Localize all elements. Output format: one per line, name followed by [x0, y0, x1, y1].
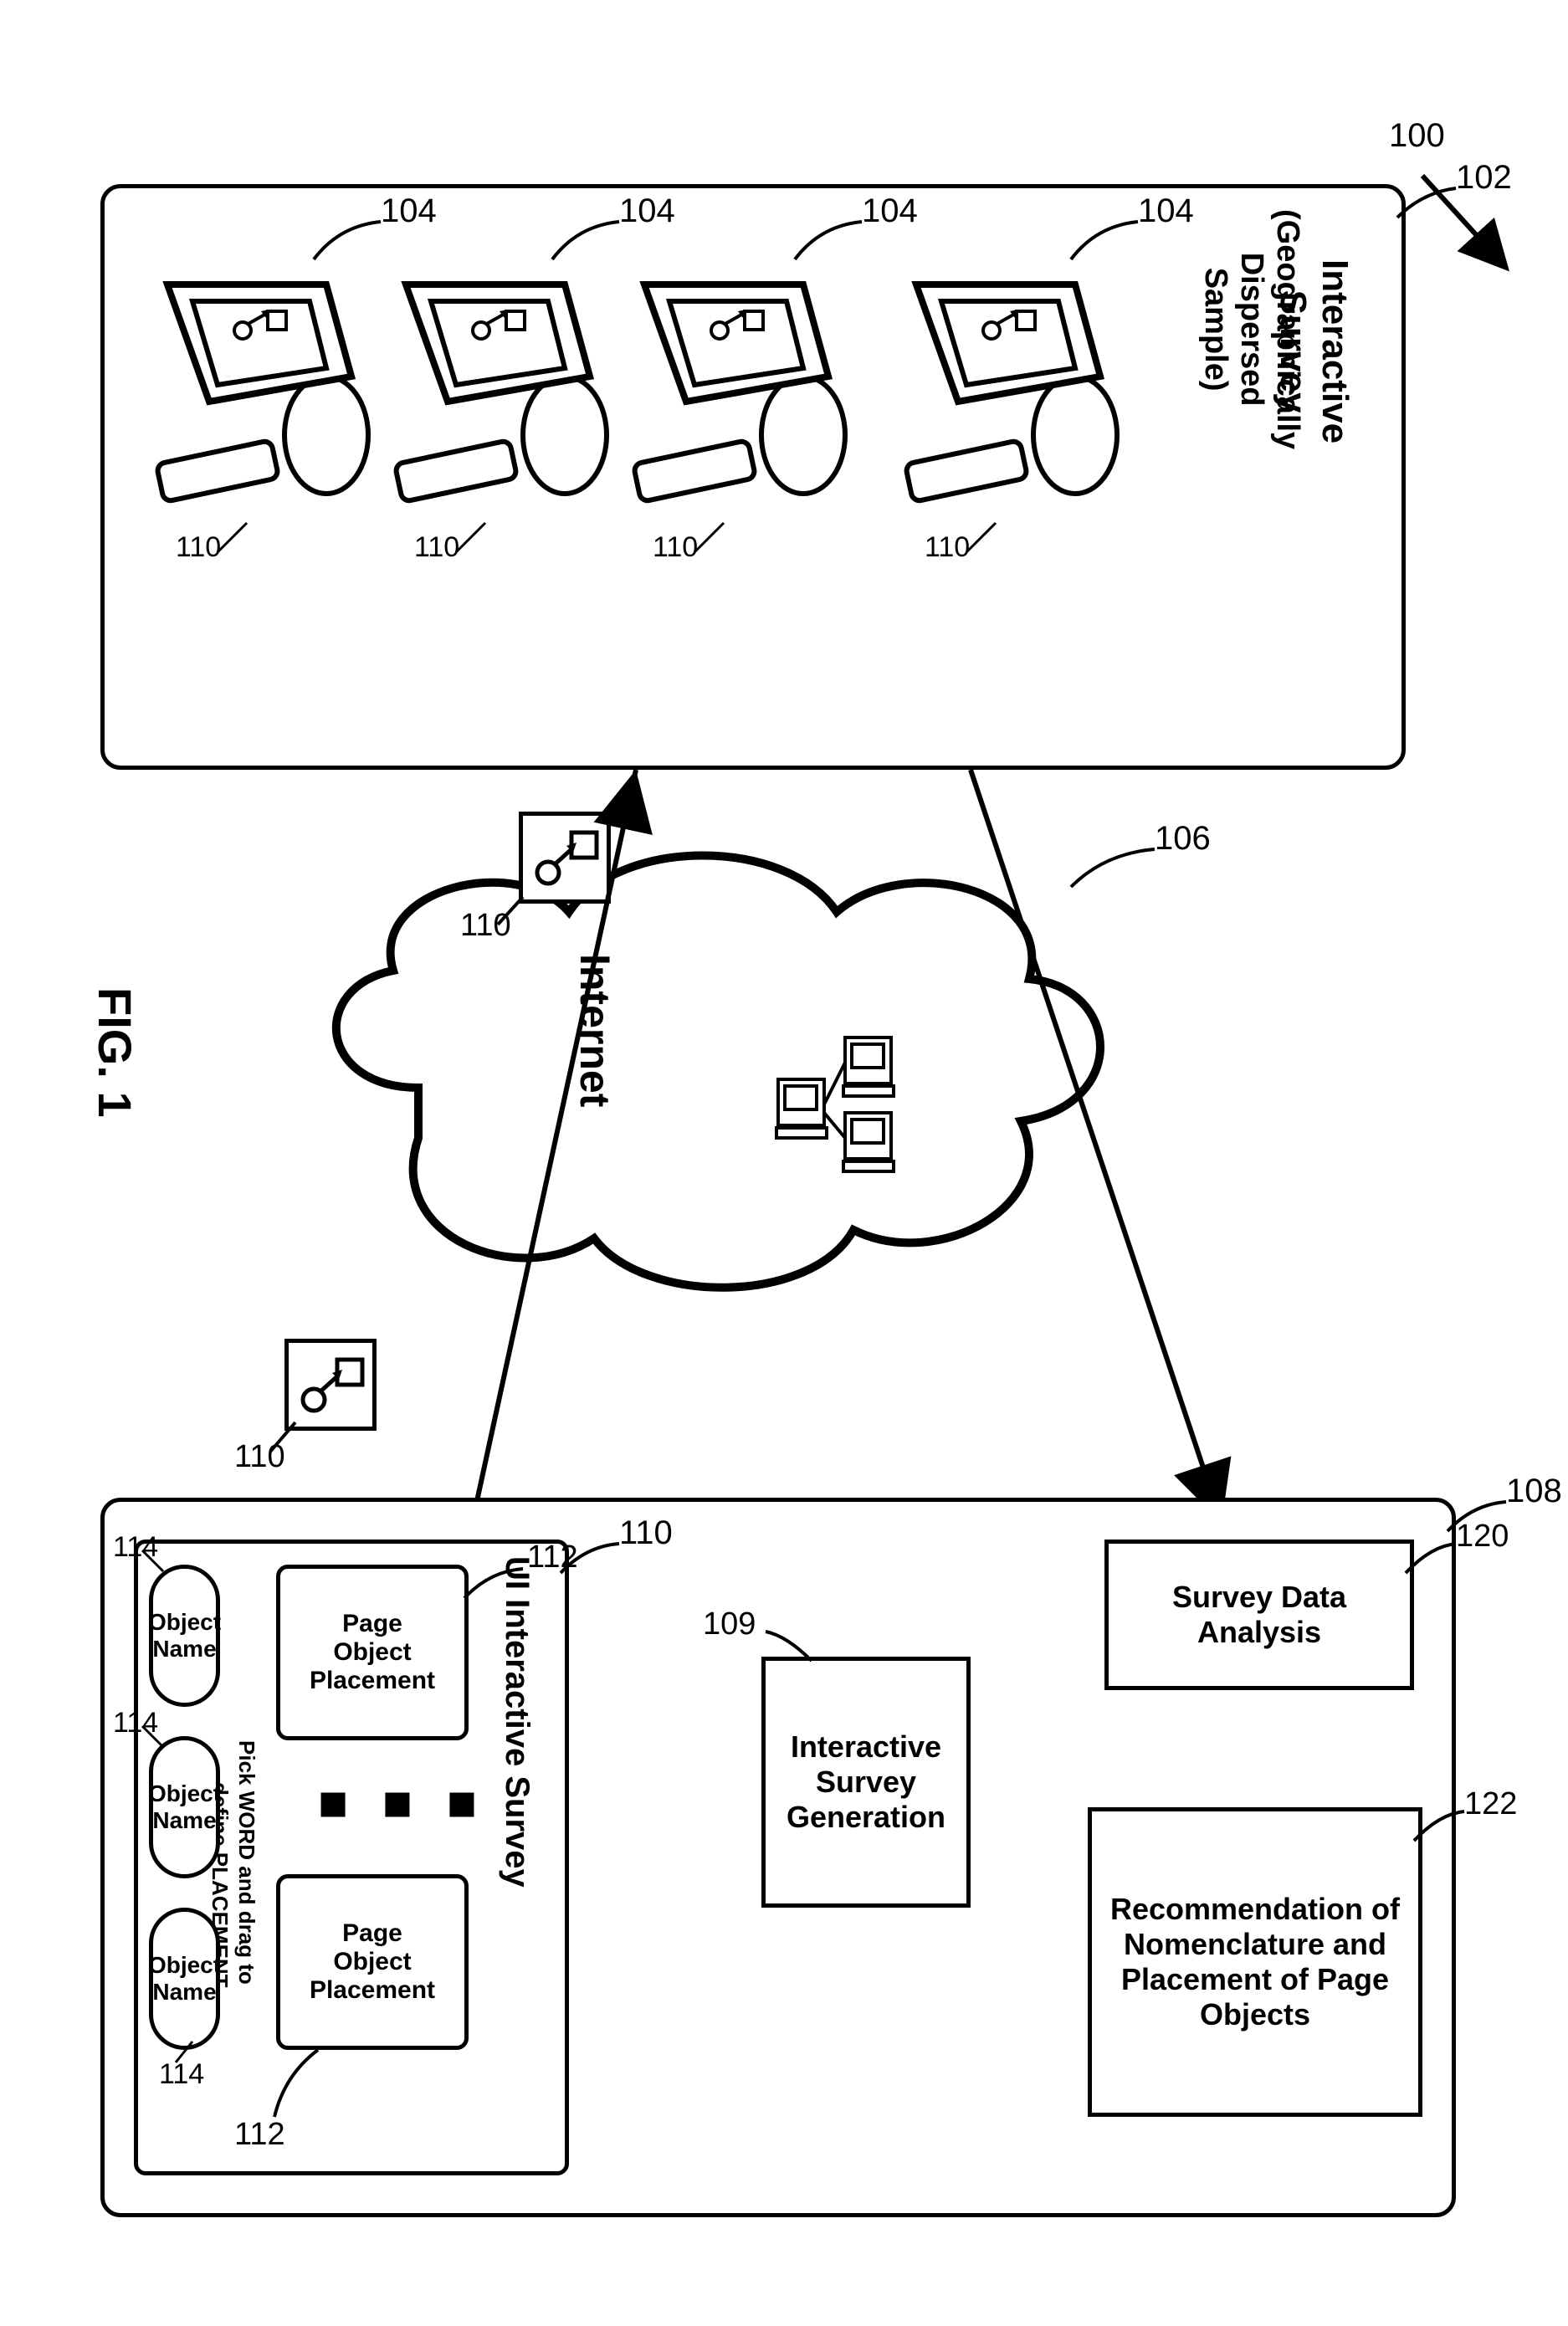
callout-122: 122: [1464, 1786, 1517, 1822]
callout-108: 108: [1506, 1473, 1562, 1510]
callout-112-a: 112: [527, 1540, 578, 1575]
placement-cell[interactable]: Page Object Placement: [276, 1874, 469, 2050]
analysis-box: Survey Data Analysis: [1104, 1540, 1414, 1690]
object-name-pill[interactable]: Object Name: [149, 1736, 220, 1878]
recommendation-box: Recommendation of Nomenclature and Place…: [1088, 1807, 1422, 2117]
instruction-line1: Pick WORD and drag to: [233, 1740, 259, 1985]
callout-110-panel: 110: [619, 1514, 673, 1552]
callout-112-b: 112: [234, 2117, 285, 2153]
survey-generation-box: Interactive Survey Generation: [761, 1657, 971, 1908]
placement-cell[interactable]: Page Object Placement: [276, 1565, 469, 1740]
callout-120: 120: [1456, 1519, 1509, 1555]
callout-109: 109: [703, 1606, 756, 1642]
ellipsis-icon: ■ ■ ■: [318, 1774, 487, 1832]
object-name-pill[interactable]: Object Name: [149, 1908, 220, 2050]
object-name-pill[interactable]: Object Name: [149, 1565, 220, 1707]
